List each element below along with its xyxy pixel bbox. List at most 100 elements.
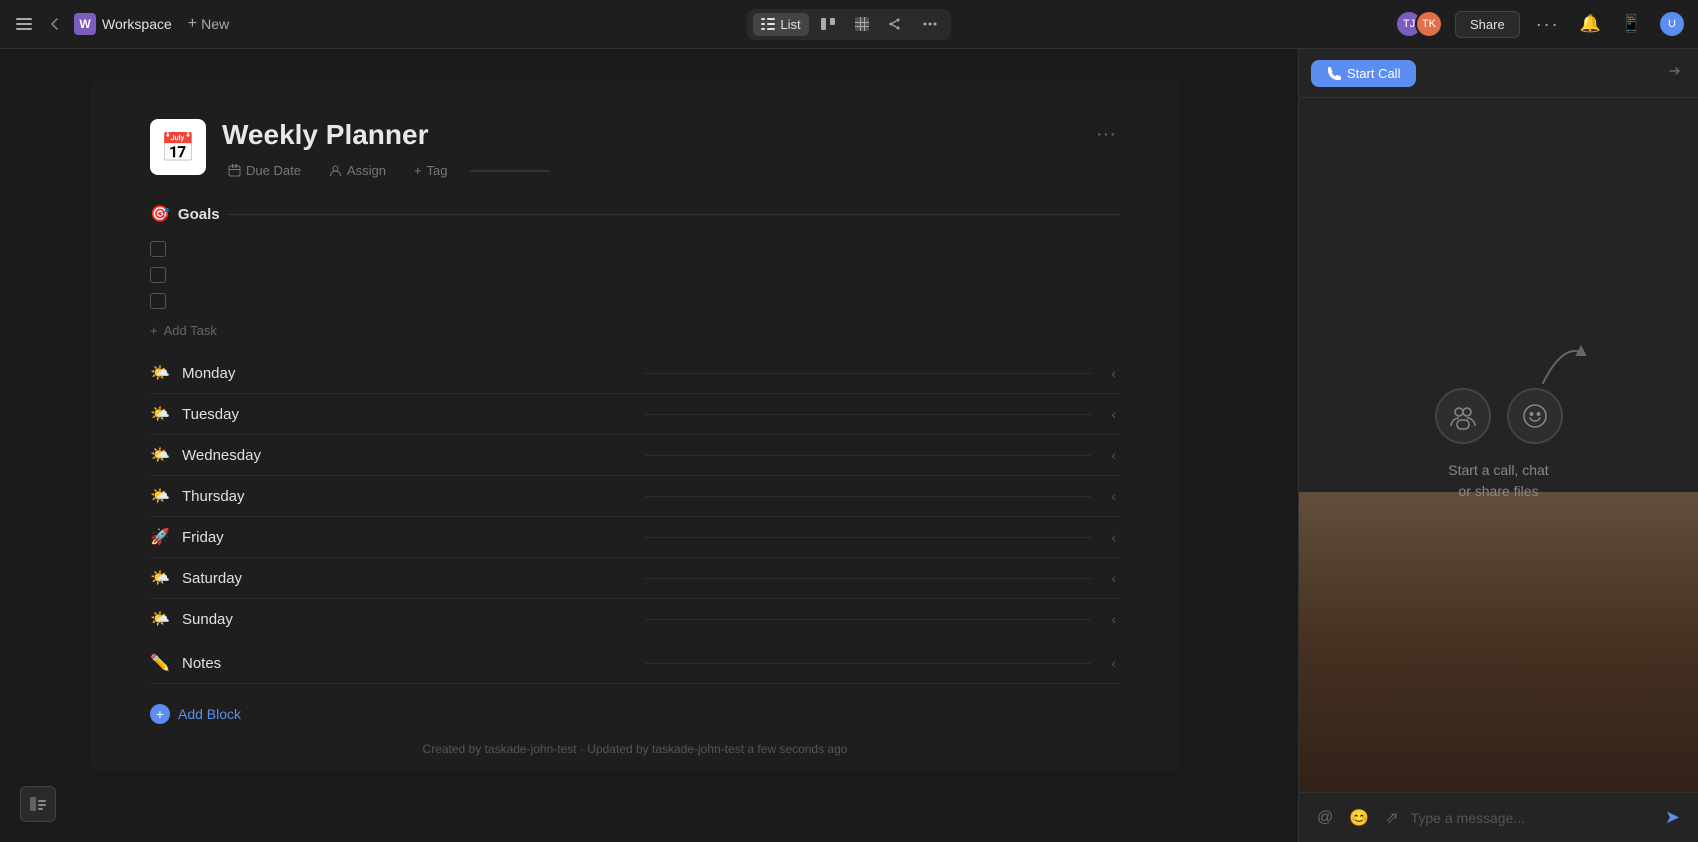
emoji-btn[interactable]: 😊 <box>1345 804 1373 832</box>
monday-chevron[interactable]: ‹ <box>1107 361 1120 385</box>
emoji-chat-icon <box>1507 388 1563 444</box>
task-item[interactable] <box>150 288 1120 314</box>
tab-table[interactable] <box>847 13 877 35</box>
sidebar-bottom-toggle[interactable] <box>20 786 56 822</box>
goals-title: Goals <box>178 206 220 223</box>
task-item[interactable] <box>150 262 1120 288</box>
saturday-chevron[interactable]: ‹ <box>1107 566 1120 590</box>
task-item[interactable] <box>150 236 1120 262</box>
tuesday-label: Tuesday <box>182 406 629 423</box>
monday-label: Monday <box>182 365 629 382</box>
day-item-sunday[interactable]: 🌤️ Sunday ‹ <box>150 599 1120 639</box>
topbar: W Workspace + New List <box>0 0 1698 49</box>
avatar-2: TK <box>1415 10 1443 38</box>
nav-back-btn[interactable] <box>44 13 66 35</box>
doc-footer: Created by taskade-john-test · Updated b… <box>90 742 1180 756</box>
day-item-monday[interactable]: 🌤️ Monday ‹ <box>150 353 1120 394</box>
tuesday-divider <box>645 414 1092 415</box>
message-input[interactable] <box>1411 810 1653 826</box>
doc-icon: 📅 <box>150 119 206 175</box>
goals-task-list: + Add Task <box>150 236 1120 343</box>
saturday-label: Saturday <box>182 570 629 587</box>
doc-header: 📅 Weekly Planner Due Date Assign <box>150 119 1120 180</box>
sunday-label: Sunday <box>182 611 629 628</box>
screen-icon-btn[interactable]: 📱 <box>1617 10 1646 38</box>
start-call-label: Start Call <box>1347 66 1400 81</box>
topbar-center: List <box>747 9 950 40</box>
tab-more[interactable] <box>915 13 945 35</box>
sidebar-toggle-btn[interactable] <box>12 12 36 36</box>
monday-divider <box>645 373 1092 374</box>
assign-btn[interactable]: Assign <box>323 161 392 180</box>
start-call-button[interactable]: Start Call <box>1311 60 1416 87</box>
workspace-label: Workspace <box>102 16 172 32</box>
tuesday-chevron[interactable]: ‹ <box>1107 402 1120 426</box>
tab-share[interactable] <box>881 13 911 35</box>
notes-item[interactable]: ✏️ Notes ‹ <box>150 643 1120 684</box>
friday-emoji: 🚀 <box>150 527 172 547</box>
task-checkbox-2[interactable] <box>150 267 166 283</box>
more-options-btn[interactable]: ··· <box>1532 10 1564 39</box>
tuesday-emoji: 🌤️ <box>150 404 172 424</box>
notes-divider <box>645 663 1092 664</box>
doc-meta: Due Date Assign + Tag <box>222 161 1092 180</box>
add-block-btn[interactable]: + Add Block <box>150 696 241 732</box>
send-btn[interactable]: ➤ <box>1661 803 1684 832</box>
main-content: 📅 Weekly Planner Due Date Assign <box>0 49 1698 842</box>
day-item-saturday[interactable]: 🌤️ Saturday ‹ <box>150 558 1120 599</box>
user-avatar[interactable]: U <box>1658 10 1686 38</box>
add-task-btn[interactable]: + Add Task <box>150 318 217 343</box>
doc-title-area: Weekly Planner Due Date Assign + Tag <box>222 119 1092 180</box>
day-list: 🌤️ Monday ‹ 🌤️ Tuesday ‹ 🌤️ Wednesday ‹ <box>150 353 1120 639</box>
friday-chevron[interactable]: ‹ <box>1107 525 1120 549</box>
topbar-right: TJ TK Share ··· 🔔 📱 U <box>951 10 1686 39</box>
workspace-icon: W <box>74 13 96 35</box>
wednesday-label: Wednesday <box>182 447 629 464</box>
attachment-btn[interactable]: ⇗ <box>1381 804 1402 832</box>
plus-icon: + <box>188 15 197 33</box>
thursday-emoji: 🌤️ <box>150 486 172 506</box>
thursday-chevron[interactable]: ‹ <box>1107 484 1120 508</box>
goals-section-header: 🎯 Goals <box>150 204 1120 224</box>
notifications-btn[interactable]: 🔔 <box>1576 10 1605 38</box>
thursday-divider <box>645 496 1092 497</box>
sunday-chevron[interactable]: ‹ <box>1107 607 1120 631</box>
due-date-btn[interactable]: Due Date <box>222 161 307 180</box>
add-task-label: Add Task <box>164 323 217 338</box>
day-item-wednesday[interactable]: 🌤️ Wednesday ‹ <box>150 435 1120 476</box>
call-icons-row <box>1435 388 1563 444</box>
notes-chevron[interactable]: ‹ <box>1107 651 1120 675</box>
thursday-label: Thursday <box>182 488 629 505</box>
call-prompt: Start a call, chat or share files <box>1448 460 1548 502</box>
message-input-area: @ 😊 ⇗ ➤ <box>1313 803 1684 832</box>
wednesday-emoji: 🌤️ <box>150 445 172 465</box>
goals-emoji: 🎯 <box>150 204 170 224</box>
doc-options-btn[interactable]: ··· <box>1092 119 1120 150</box>
day-item-thursday[interactable]: 🌤️ Thursday ‹ <box>150 476 1120 517</box>
collapse-panel-btn[interactable] <box>1662 59 1686 88</box>
task-checkbox-1[interactable] <box>150 241 166 257</box>
friday-label: Friday <box>182 529 629 546</box>
new-btn[interactable]: + New <box>180 11 237 37</box>
right-panel-content: Start a call, chat or share files <box>1299 98 1698 792</box>
tab-list[interactable]: List <box>753 13 808 36</box>
tab-board[interactable] <box>813 13 843 35</box>
task-checkbox-3[interactable] <box>150 293 166 309</box>
avatar-group: TJ TK <box>1395 10 1443 38</box>
doc-title: Weekly Planner <box>222 119 1092 151</box>
add-block-label: Add Block <box>178 706 241 722</box>
workspace-btn[interactable]: W Workspace <box>74 13 172 35</box>
sunday-divider <box>645 619 1092 620</box>
wednesday-chevron[interactable]: ‹ <box>1107 443 1120 467</box>
at-mention-btn[interactable]: @ <box>1313 805 1337 831</box>
goals-divider <box>228 214 1120 215</box>
day-item-friday[interactable]: 🚀 Friday ‹ <box>150 517 1120 558</box>
right-panel-topbar: Start Call <box>1299 49 1698 98</box>
share-button[interactable]: Share <box>1455 11 1520 38</box>
document-container: 📅 Weekly Planner Due Date Assign <box>90 79 1180 772</box>
footer-text: Created by taskade-john-test · Updated b… <box>423 742 848 756</box>
day-item-tuesday[interactable]: 🌤️ Tuesday ‹ <box>150 394 1120 435</box>
saturday-divider <box>645 578 1092 579</box>
right-panel-bottom: @ 😊 ⇗ ➤ <box>1299 792 1698 842</box>
tag-btn[interactable]: + Tag <box>408 161 454 180</box>
